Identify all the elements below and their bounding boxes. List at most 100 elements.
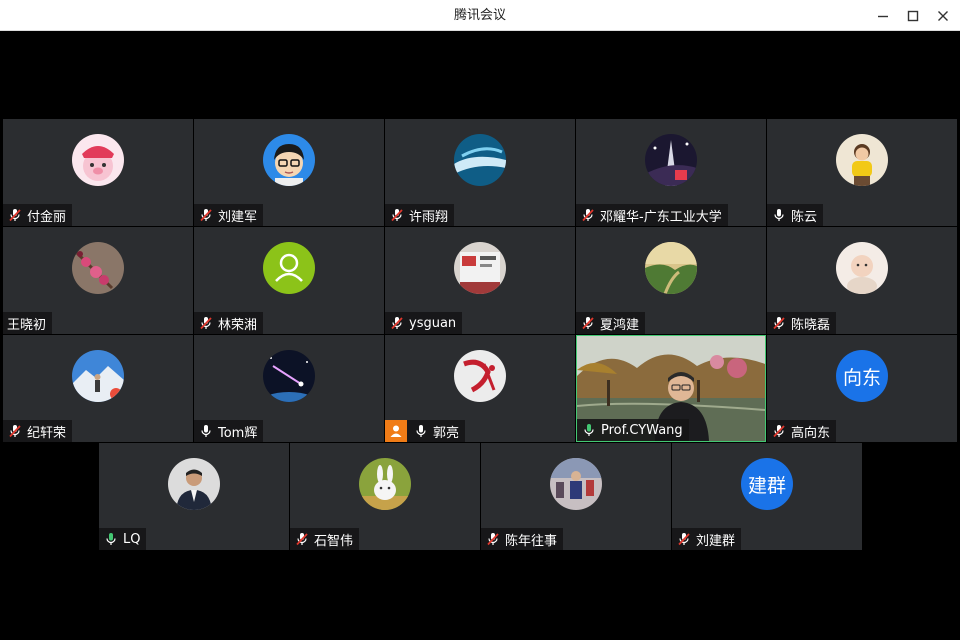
- name-tag: 刘建军: [194, 204, 264, 226]
- participant-tile[interactable]: 王晓初: [3, 227, 193, 334]
- poster-wall-avatar: [454, 242, 506, 294]
- mic-icon: [198, 423, 214, 439]
- street-people-avatar: [550, 458, 602, 510]
- name-tag: 夏鸿建: [576, 312, 646, 334]
- participant-tile[interactable]: 陈年往事: [481, 443, 671, 550]
- red-calligraphy-avatar: [454, 350, 506, 402]
- night-city-avatar: [645, 134, 697, 186]
- mic-muted-icon: [580, 207, 596, 223]
- title-bar[interactable]: 腾讯会议: [0, 0, 960, 31]
- close-icon: [938, 10, 948, 21]
- mic-muted-icon: [676, 531, 692, 547]
- name-tag: 高向东: [767, 420, 837, 442]
- participant-name: 郭亮: [433, 425, 460, 441]
- mic-muted-icon: [580, 315, 596, 331]
- participant-name: 林荣湘: [218, 317, 258, 333]
- mic-muted-icon: [389, 207, 405, 223]
- mic-muted-icon: [771, 315, 787, 331]
- minimize-icon: [878, 15, 888, 17]
- mic-muted-icon: [198, 315, 214, 331]
- participant-name: 邓耀华-广东工业大学: [600, 209, 722, 225]
- participant-tile[interactable]: 建群刘建群: [672, 443, 862, 550]
- name-tag: 纪轩荣: [3, 420, 73, 442]
- participant-tile[interactable]: Prof.CYWang: [576, 335, 766, 442]
- participant-tile[interactable]: 石智伟: [290, 443, 480, 550]
- mic-icon: [581, 422, 597, 438]
- default-user-avatar: [263, 242, 315, 294]
- man-suit-avatar: [168, 458, 220, 510]
- window-title: 腾讯会议: [453, 8, 506, 23]
- participant-tile[interactable]: 邓耀华-广东工业大学: [576, 119, 766, 226]
- participant-name: 陈晓磊: [791, 317, 831, 333]
- name-tag: 石智伟: [290, 528, 360, 550]
- participant-name: 石智伟: [314, 533, 354, 549]
- name-tag: 林荣湘: [194, 312, 264, 334]
- cartoon-pig-avatar: [72, 134, 124, 186]
- participant-name: 陈云: [791, 209, 818, 225]
- participant-tile[interactable]: 郭亮: [385, 335, 575, 442]
- participant-name: 高向东: [791, 425, 831, 441]
- participant-tile[interactable]: 夏鸿建: [576, 227, 766, 334]
- flower-branch-avatar: [72, 242, 124, 294]
- participant-tile[interactable]: LQ: [99, 443, 289, 550]
- participant-tile[interactable]: 陈云: [767, 119, 957, 226]
- mic-muted-icon: [7, 423, 23, 439]
- name-tag: 陈云: [767, 204, 824, 226]
- participant-tile[interactable]: 向东高向东: [767, 335, 957, 442]
- name-tag: 陈晓磊: [767, 312, 837, 334]
- name-tag: Tom辉: [194, 420, 264, 442]
- participant-tile[interactable]: 付金丽: [3, 119, 193, 226]
- snow-mountain-avatar: [72, 350, 124, 402]
- mic-icon: [413, 423, 429, 439]
- participant-tile[interactable]: ysguan: [385, 227, 575, 334]
- participant-tile[interactable]: 陈晓磊: [767, 227, 957, 334]
- name-tag: 许雨翔: [385, 204, 455, 226]
- host-icon: [385, 420, 407, 442]
- green-valley-avatar: [645, 242, 697, 294]
- child-yellow-avatar: [836, 134, 888, 186]
- participant-tile[interactable]: 刘建军: [194, 119, 384, 226]
- mic-icon: [103, 531, 119, 547]
- close-button[interactable]: [928, 0, 958, 31]
- name-tag: 邓耀华-广东工业大学: [576, 204, 728, 226]
- name-tag: 郭亮: [385, 420, 466, 442]
- text-avatar: 建群: [741, 458, 793, 510]
- participant-tile[interactable]: 林荣湘: [194, 227, 384, 334]
- comet-space-avatar: [263, 350, 315, 402]
- mic-icon: [771, 207, 787, 223]
- participant-tile[interactable]: 纪轩荣: [3, 335, 193, 442]
- mic-muted-icon: [771, 423, 787, 439]
- participant-name: 刘建军: [218, 209, 258, 225]
- participant-tile[interactable]: 许雨翔: [385, 119, 575, 226]
- participant-name: Tom辉: [218, 425, 258, 441]
- name-tag: LQ: [99, 528, 147, 550]
- name-tag: ysguan: [385, 312, 463, 334]
- name-tag: 付金丽: [3, 204, 73, 226]
- cartoon-boy-glasses-avatar: [263, 134, 315, 186]
- participant-name: 陈年往事: [505, 533, 558, 549]
- abstract-blue-avatar: [454, 134, 506, 186]
- minimize-button[interactable]: [868, 0, 898, 31]
- name-tag: 王晓初: [3, 312, 53, 334]
- participant-tile[interactable]: Tom辉: [194, 335, 384, 442]
- participant-name: 纪轩荣: [27, 425, 67, 441]
- participant-name: 夏鸿建: [600, 317, 640, 333]
- video-grid: 付金丽 刘建军 许雨翔 邓耀华-广东工业大学 陈云王晓初 林荣湘 ysguan 夏鸿建 陈晓磊纪…: [2, 31, 958, 638]
- participant-name: 刘建群: [696, 533, 736, 549]
- name-tag: Prof.CYWang: [577, 419, 689, 441]
- mic-muted-icon: [294, 531, 310, 547]
- maximize-button[interactable]: [898, 0, 928, 31]
- mic-muted-icon: [7, 207, 23, 223]
- white-rabbit-avatar: [359, 458, 411, 510]
- participant-name: Prof.CYWang: [601, 422, 683, 438]
- meeting-window: 腾讯会议 付金丽 刘建军 许雨翔 邓耀华-广东工业大学 陈云王晓初 林荣湘 ysguan 夏鸿…: [0, 0, 960, 640]
- name-tag: 陈年往事: [481, 528, 564, 550]
- mic-muted-icon: [198, 207, 214, 223]
- participant-name: 许雨翔: [409, 209, 449, 225]
- mic-muted-icon: [485, 531, 501, 547]
- text-avatar: 向东: [836, 350, 888, 402]
- participant-name: 付金丽: [27, 209, 67, 225]
- participant-name: LQ: [123, 531, 141, 547]
- participant-name: 王晓初: [7, 317, 47, 333]
- mic-muted-icon: [389, 315, 405, 331]
